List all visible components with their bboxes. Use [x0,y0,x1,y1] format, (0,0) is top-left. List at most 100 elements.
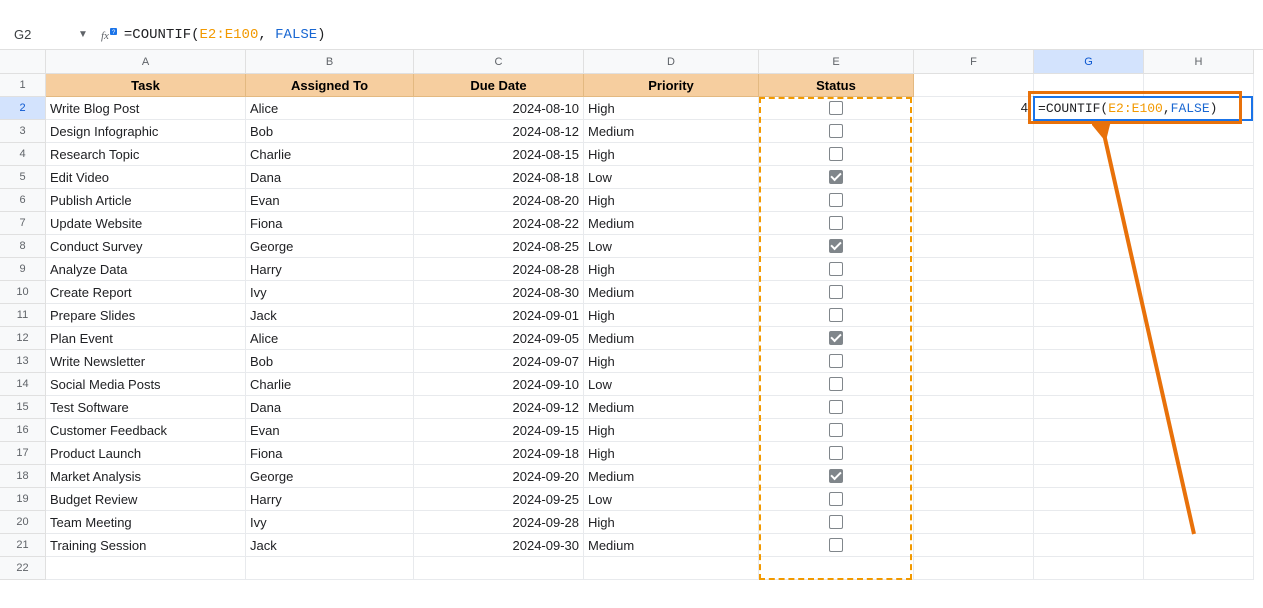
cell-H14[interactable] [1144,373,1254,396]
cell-priority[interactable]: High [584,97,759,120]
column-header-A[interactable]: A [46,50,246,74]
cell-due[interactable]: 2024-09-12 [414,396,584,419]
row-header-3[interactable]: 3 [0,120,46,143]
cell-H22[interactable] [1144,557,1254,580]
status-checkbox[interactable] [829,446,843,460]
cell-due[interactable]: 2024-09-10 [414,373,584,396]
cell-F10[interactable] [914,281,1034,304]
status-checkbox[interactable] [829,423,843,437]
row-header-7[interactable]: 7 [0,212,46,235]
row-header-17[interactable]: 17 [0,442,46,465]
cell-due[interactable]: 2024-09-15 [414,419,584,442]
cell-D22[interactable] [584,557,759,580]
row-header-19[interactable]: 19 [0,488,46,511]
cell-due[interactable]: 2024-09-25 [414,488,584,511]
cell-priority[interactable]: High [584,511,759,534]
status-checkbox[interactable] [829,400,843,414]
cell-task[interactable]: Publish Article [46,189,246,212]
row-header-11[interactable]: 11 [0,304,46,327]
status-checkbox[interactable] [829,285,843,299]
cell-status[interactable] [759,327,914,350]
cell-C22[interactable] [414,557,584,580]
cell-priority[interactable]: Low [584,235,759,258]
cell-priority[interactable]: Low [584,373,759,396]
cell-assigned[interactable]: Dana [246,166,414,189]
cell-F7[interactable] [914,212,1034,235]
status-checkbox[interactable] [829,216,843,230]
cell-status[interactable] [759,350,914,373]
cell-status[interactable] [759,488,914,511]
cell-priority[interactable]: High [584,258,759,281]
cell-H1[interactable] [1144,74,1254,97]
cell-due[interactable]: 2024-08-30 [414,281,584,304]
cell-task[interactable]: Customer Feedback [46,419,246,442]
column-header-H[interactable]: H [1144,50,1254,74]
cell-assigned[interactable]: Ivy [246,511,414,534]
cell-status[interactable] [759,396,914,419]
cell-assigned[interactable]: Jack [246,304,414,327]
status-checkbox[interactable] [829,492,843,506]
row-header-12[interactable]: 12 [0,327,46,350]
cell-task[interactable]: Edit Video [46,166,246,189]
cell-priority[interactable]: Medium [584,281,759,304]
cell-H7[interactable] [1144,212,1254,235]
cell-due[interactable]: 2024-08-15 [414,143,584,166]
cell-assigned[interactable]: Alice [246,327,414,350]
cell-task[interactable]: Team Meeting [46,511,246,534]
row-header-21[interactable]: 21 [0,534,46,557]
cell-F6[interactable] [914,189,1034,212]
cell-due[interactable]: 2024-08-28 [414,258,584,281]
status-checkbox[interactable] [829,147,843,161]
cell-A22[interactable] [46,557,246,580]
cell-task[interactable]: Plan Event [46,327,246,350]
cell-G8[interactable] [1034,235,1144,258]
status-checkbox[interactable] [829,331,843,345]
header-due[interactable]: Due Date [414,74,584,97]
cell-due[interactable]: 2024-09-05 [414,327,584,350]
cell-G13[interactable] [1034,350,1144,373]
cell-priority[interactable]: Medium [584,327,759,350]
cell-G12[interactable] [1034,327,1144,350]
cell-due[interactable]: 2024-09-30 [414,534,584,557]
cell-F13[interactable] [914,350,1034,373]
cell-priority[interactable]: Medium [584,534,759,557]
cell-F19[interactable] [914,488,1034,511]
row-header-13[interactable]: 13 [0,350,46,373]
cell-G6[interactable] [1034,189,1144,212]
cell-G7[interactable] [1034,212,1144,235]
cell-priority[interactable]: High [584,442,759,465]
cell-F18[interactable] [914,465,1034,488]
cell-G19[interactable] [1034,488,1144,511]
cell-assigned[interactable]: Harry [246,258,414,281]
cell-task[interactable]: Write Newsletter [46,350,246,373]
cell-due[interactable]: 2024-09-07 [414,350,584,373]
cell-assigned[interactable]: Dana [246,396,414,419]
cell-assigned[interactable]: Fiona [246,442,414,465]
row-header-16[interactable]: 16 [0,419,46,442]
row-header-8[interactable]: 8 [0,235,46,258]
cell-assigned[interactable]: Bob [246,120,414,143]
status-checkbox[interactable] [829,239,843,253]
cell-G4[interactable] [1034,143,1144,166]
cell-priority[interactable]: Medium [584,212,759,235]
cell-H3[interactable] [1144,120,1254,143]
row-header-22[interactable]: 22 [0,557,46,580]
cell-task[interactable]: Conduct Survey [46,235,246,258]
cell-F22[interactable] [914,557,1034,580]
cell-H21[interactable] [1144,534,1254,557]
cell-priority[interactable]: High [584,143,759,166]
cell-H16[interactable] [1144,419,1254,442]
cell-task[interactable]: Budget Review [46,488,246,511]
cell-status[interactable] [759,258,914,281]
cell-status[interactable] [759,419,914,442]
header-priority[interactable]: Priority [584,74,759,97]
cell-F20[interactable] [914,511,1034,534]
cell-due[interactable]: 2024-08-20 [414,189,584,212]
cell-G18[interactable] [1034,465,1144,488]
cell-task[interactable]: Create Report [46,281,246,304]
column-header-D[interactable]: D [584,50,759,74]
header-status[interactable]: Status [759,74,914,97]
cell-F21[interactable] [914,534,1034,557]
cell-G14[interactable] [1034,373,1144,396]
cell-task[interactable]: Design Infographic [46,120,246,143]
